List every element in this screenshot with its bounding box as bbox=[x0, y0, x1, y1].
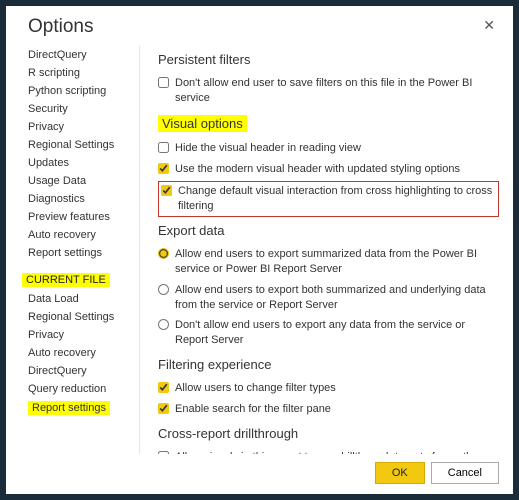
sidebar-item-auto-recovery[interactable]: Auto recovery bbox=[28, 226, 139, 244]
label-change-filter-types: Allow users to change filter types bbox=[175, 381, 336, 396]
main-panel[interactable]: Persistent filters Don't allow end user … bbox=[139, 46, 513, 454]
section-persistent-filters: Persistent filters bbox=[158, 52, 499, 67]
opt-cross-filtering[interactable]: Change default visual interaction from c… bbox=[158, 181, 499, 217]
ok-button[interactable]: OK bbox=[375, 462, 425, 484]
opt-search-filter-pane[interactable]: Enable search for the filter pane bbox=[158, 399, 499, 420]
label-modern-visual-header: Use the modern visual header with update… bbox=[175, 162, 460, 177]
sidebar[interactable]: DirectQuery R scripting Python scripting… bbox=[6, 46, 139, 454]
report-settings-label: Report settings bbox=[28, 401, 110, 415]
opt-export-none[interactable]: Don't allow end users to export any data… bbox=[158, 315, 499, 351]
titlebar: Options ✕ bbox=[6, 6, 513, 40]
sidebar-item-r-scripting[interactable]: R scripting bbox=[28, 64, 139, 82]
sidebar-item-regional-settings[interactable]: Regional Settings bbox=[28, 136, 139, 154]
dialog-title: Options bbox=[28, 16, 93, 38]
options-dialog: Options ✕ DirectQuery R scripting Python… bbox=[6, 6, 513, 494]
section-export-data: Export data bbox=[158, 223, 499, 238]
label-export-summarized: Allow end users to export summarized dat… bbox=[175, 247, 499, 277]
radio-export-none[interactable] bbox=[158, 319, 169, 330]
section-visual-options: Visual options bbox=[158, 115, 499, 132]
dialog-footer: OK Cancel bbox=[6, 454, 513, 494]
opt-export-summarized[interactable]: Allow end users to export summarized dat… bbox=[158, 244, 499, 280]
sidebar-header-current-file: CURRENT FILE bbox=[22, 268, 139, 290]
opt-change-filter-types[interactable]: Allow users to change filter types bbox=[158, 378, 499, 399]
sidebar-item-cf-privacy[interactable]: Privacy bbox=[28, 326, 139, 344]
sidebar-item-privacy[interactable]: Privacy bbox=[28, 118, 139, 136]
checkbox-hide-visual-header[interactable] bbox=[158, 142, 169, 153]
checkbox-change-filter-types[interactable] bbox=[158, 382, 169, 393]
dialog-body: DirectQuery R scripting Python scripting… bbox=[6, 40, 513, 454]
sidebar-item-security[interactable]: Security bbox=[28, 100, 139, 118]
sidebar-item-cf-data-load[interactable]: Data Load bbox=[28, 290, 139, 308]
label-export-none: Don't allow end users to export any data… bbox=[175, 318, 499, 348]
section-filtering-experience: Filtering experience bbox=[158, 357, 499, 372]
sidebar-item-cf-auto-recovery[interactable]: Auto recovery bbox=[28, 344, 139, 362]
visual-options-label: Visual options bbox=[158, 115, 247, 132]
close-icon[interactable]: ✕ bbox=[479, 15, 499, 36]
radio-export-summarized[interactable] bbox=[158, 248, 169, 259]
sidebar-item-cf-query-reduction[interactable]: Query reduction bbox=[28, 380, 139, 398]
sidebar-item-python-scripting[interactable]: Python scripting bbox=[28, 82, 139, 100]
checkbox-cross-filtering[interactable] bbox=[161, 185, 172, 196]
sidebar-item-cf-report-settings[interactable]: Report settings bbox=[28, 398, 139, 418]
current-file-label: CURRENT FILE bbox=[22, 273, 110, 287]
label-search-filter-pane: Enable search for the filter pane bbox=[175, 402, 331, 417]
radio-export-both[interactable] bbox=[158, 284, 169, 295]
sidebar-item-preview-features[interactable]: Preview features bbox=[28, 208, 139, 226]
sidebar-item-diagnostics[interactable]: Diagnostics bbox=[28, 190, 139, 208]
label-export-both: Allow end users to export both summarize… bbox=[175, 283, 499, 313]
opt-persistent-disallow[interactable]: Don't allow end user to save filters on … bbox=[158, 73, 499, 109]
opt-hide-visual-header[interactable]: Hide the visual header in reading view bbox=[158, 138, 499, 159]
sidebar-item-report-settings[interactable]: Report settings bbox=[28, 244, 139, 262]
opt-export-both[interactable]: Allow end users to export both summarize… bbox=[158, 280, 499, 316]
label-persistent-disallow: Don't allow end user to save filters on … bbox=[175, 76, 499, 106]
checkbox-modern-visual-header[interactable] bbox=[158, 163, 169, 174]
checkbox-search-filter-pane[interactable] bbox=[158, 403, 169, 414]
sidebar-item-updates[interactable]: Updates bbox=[28, 154, 139, 172]
opt-modern-visual-header[interactable]: Use the modern visual header with update… bbox=[158, 159, 499, 180]
section-cross-report: Cross-report drillthrough bbox=[158, 426, 499, 441]
sidebar-item-directquery[interactable]: DirectQuery bbox=[28, 46, 139, 64]
sidebar-item-usage-data[interactable]: Usage Data bbox=[28, 172, 139, 190]
checkbox-persistent-disallow[interactable] bbox=[158, 77, 169, 88]
label-hide-visual-header: Hide the visual header in reading view bbox=[175, 141, 361, 156]
sidebar-item-cf-regional-settings[interactable]: Regional Settings bbox=[28, 308, 139, 326]
opt-cross-report-drill[interactable]: Allow visuals in this report to use dril… bbox=[158, 447, 499, 454]
sidebar-item-cf-directquery[interactable]: DirectQuery bbox=[28, 362, 139, 380]
cancel-button[interactable]: Cancel bbox=[431, 462, 499, 484]
label-cross-filtering: Change default visual interaction from c… bbox=[178, 184, 496, 214]
